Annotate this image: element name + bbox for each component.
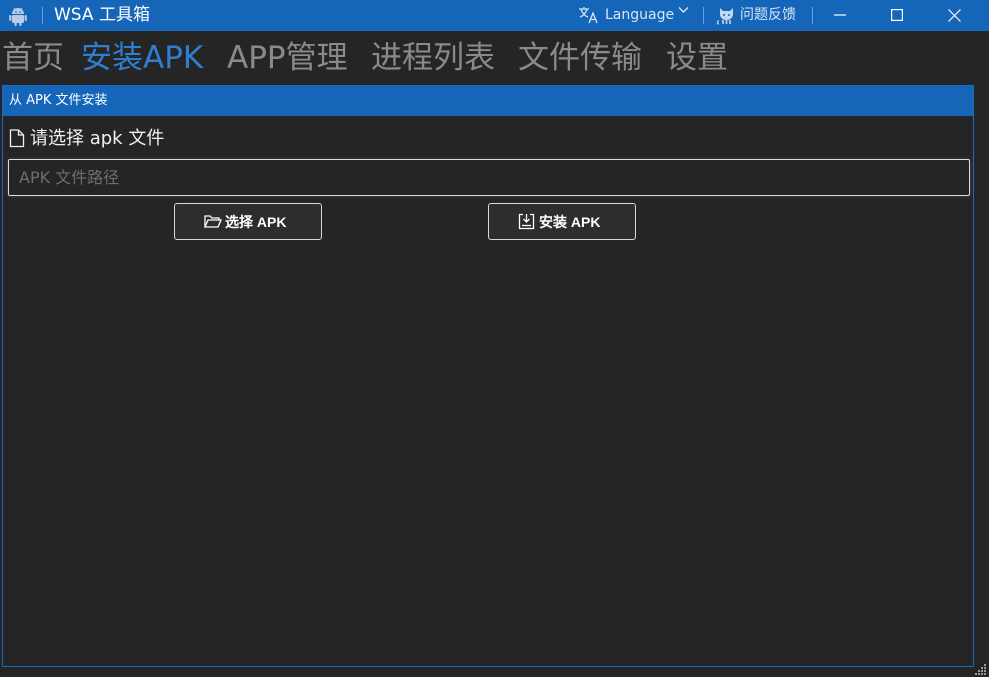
close-icon <box>948 9 961 22</box>
tab-install-apk[interactable]: 安装APK <box>81 38 203 78</box>
apk-path-input[interactable] <box>8 159 970 196</box>
resize-grip-icon[interactable] <box>975 663 987 675</box>
minimize-button[interactable] <box>817 0 863 31</box>
app-title: WSA 工具箱 <box>54 5 150 25</box>
tab-file-transfer[interactable]: 文件传输 <box>518 38 642 78</box>
section-label-text: 请选择 apk 文件 <box>30 128 165 149</box>
language-label: Language <box>605 7 675 23</box>
tab-settings[interactable]: 设置 <box>666 38 728 78</box>
folder-open-icon <box>204 215 222 228</box>
install-apk-label: 安装 APK <box>539 214 601 230</box>
install-apk-panel: 从 APK 文件安装 请选择 apk 文件 选择 APK <box>2 85 974 667</box>
chevron-down-icon <box>678 7 689 13</box>
install-apk-button[interactable]: 安装 APK <box>488 203 636 240</box>
select-apk-label: 选择 APK <box>225 214 287 230</box>
app-window: WSA 工具箱 Language 问题反馈 首页 安装APK APP管理 进程列… <box>0 0 989 677</box>
maximize-icon <box>891 9 903 21</box>
panel-header: 从 APK 文件安装 <box>3 86 973 116</box>
title-bar[interactable]: WSA 工具箱 Language 问题反馈 <box>0 0 989 31</box>
maximize-button[interactable] <box>874 0 920 31</box>
tab-process-list[interactable]: 进程列表 <box>371 38 495 78</box>
translate-icon <box>579 7 598 24</box>
download-icon <box>518 213 535 230</box>
tab-app-management[interactable]: APP管理 <box>227 38 348 78</box>
title-separator <box>42 7 43 24</box>
close-button[interactable] <box>931 0 977 31</box>
title-separator <box>703 7 704 24</box>
minimize-icon <box>834 14 846 16</box>
android-icon <box>7 5 29 27</box>
file-icon <box>9 129 25 148</box>
github-cat-icon <box>716 8 733 25</box>
main-tabs: 首页 安装APK APP管理 进程列表 文件传输 设置 <box>0 34 989 82</box>
select-apk-button[interactable]: 选择 APK <box>174 203 322 240</box>
tab-home[interactable]: 首页 <box>2 38 64 78</box>
feedback-label: 问题反馈 <box>740 7 796 23</box>
title-separator <box>812 7 813 24</box>
